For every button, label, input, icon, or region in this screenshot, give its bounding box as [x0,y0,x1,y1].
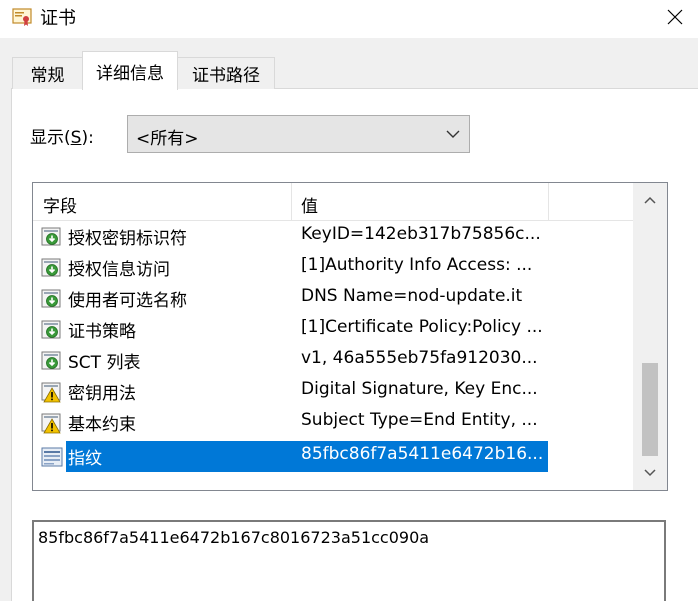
column-divider[interactable] [548,183,549,221]
list-item[interactable]: 授权信息访问 [1]Authority Info Access: ... [33,252,633,283]
scroll-up-button[interactable] [633,183,667,217]
list-item-selected[interactable]: 指纹 85fbc86f7a5411e6472b16... [33,441,633,472]
field-value: 85fbc86f7a5411e6472b16... [301,444,544,464]
scroll-thumb[interactable] [642,363,658,456]
field-detail-value: 85fbc86f7a5411e6472b167c8016723a51cc090a [38,528,430,547]
field-name: 授权信息访问 [68,260,170,280]
critical-extension-icon [41,382,61,403]
show-dropdown[interactable]: <所有> [127,115,470,153]
scroll-down-button[interactable] [633,456,667,490]
tab-details-label: 详细信息 [96,63,164,84]
field-value: Subject Type=End Entity, ... [301,410,538,430]
tab-certification-path-label: 证书路径 [192,66,260,86]
field-name: 密钥用法 [68,384,136,404]
chevron-up-icon [644,196,656,204]
vertical-scrollbar[interactable] [633,183,667,490]
show-dropdown-value: <所有> [136,129,199,149]
extension-download-icon [41,258,61,277]
list-item[interactable]: 授权密钥标识符 KeyID=142eb317b75856c... [33,221,633,252]
list-header: 字段 值 [33,183,633,221]
field-name: 基本约束 [68,415,136,435]
tab-general[interactable]: 常规 [12,57,83,89]
column-header-value[interactable]: 值 [301,192,318,217]
chevron-down-icon [446,130,460,138]
column-header-field[interactable]: 字段 [43,192,77,217]
property-icon [41,447,63,467]
list-item[interactable]: 密钥用法 Digital Signature, Key Enc... [33,376,633,407]
field-value: Digital Signature, Key Enc... [301,379,538,399]
show-label: 显示(S): [30,128,94,148]
critical-extension-icon [41,413,61,434]
window-title: 证书 [40,8,76,29]
field-name: 指纹 [68,449,102,469]
extension-download-icon [41,320,61,339]
chevron-down-icon [644,469,656,477]
list-item[interactable]: 使用者可选名称 DNS Name=nod-update.it [33,283,633,314]
field-name: 证书策略 [68,322,136,342]
field-value: DNS Name=nod-update.it [301,286,523,306]
list-item[interactable]: 基本约束 Subject Type=End Entity, ... [33,407,633,438]
tab-details[interactable]: 详细信息 [82,51,178,90]
extension-download-icon [41,289,61,308]
list-item[interactable]: 证书策略 [1]Certificate Policy:Policy ... [33,314,633,345]
tab-general-label: 常规 [30,66,65,86]
extension-download-icon [41,351,61,370]
field-value: [1]Authority Info Access: ... [301,255,533,275]
field-name: 使用者可选名称 [68,291,187,311]
column-divider[interactable] [291,183,292,221]
certificate-icon [12,8,32,26]
field-name: 授权密钥标识符 [68,229,187,249]
list-item[interactable]: SCT 列表 v1, 46a555eb75fa912030... [33,345,633,376]
tab-certification-path[interactable]: 证书路径 [177,57,275,89]
field-detail-textbox[interactable]: 85fbc86f7a5411e6472b167c8016723a51cc090a [32,520,666,601]
close-button[interactable] [652,0,698,34]
field-value: [1]Certificate Policy:Policy ... [301,317,543,337]
field-value: KeyID=142eb317b75856c... [301,224,541,244]
title-bar: 证书 [0,0,698,38]
extension-download-icon [41,227,61,246]
field-name: SCT 列表 [68,353,141,373]
field-value: v1, 46a555eb75fa912030... [301,348,538,368]
field-list[interactable]: 字段 值 授权密钥标识符 KeyID=142eb317b75856c... 授权… [32,182,668,491]
close-icon [667,9,683,25]
